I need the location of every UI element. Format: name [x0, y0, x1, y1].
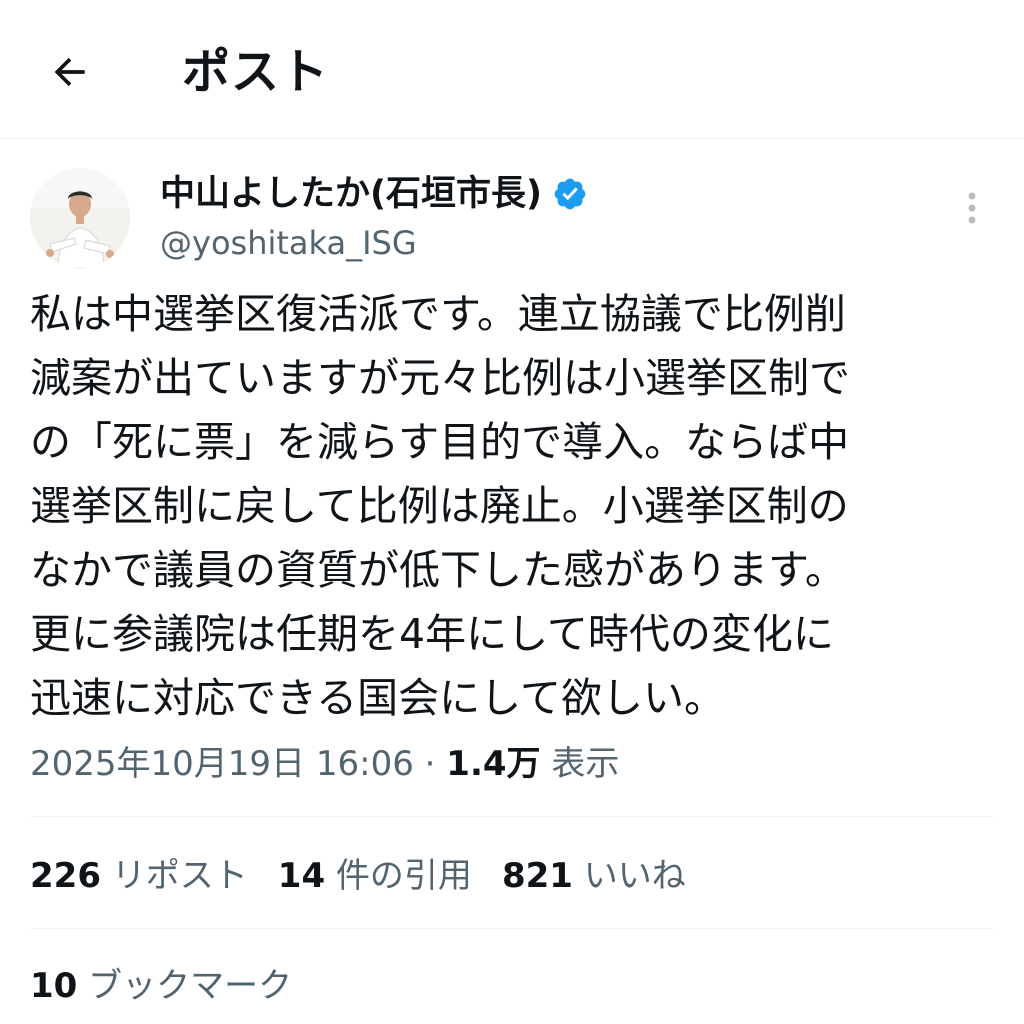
author-display-name[interactable]: 中山よしたか(石垣市長) [160, 166, 542, 222]
views-count: 1.4万 [446, 744, 541, 784]
reposts-count: 226 [30, 856, 101, 896]
divider [30, 928, 994, 929]
more-options-button[interactable] [950, 186, 994, 230]
quotes-stat[interactable]: 14 件の引用 [278, 848, 472, 904]
avatar[interactable] [30, 168, 130, 268]
post-text-line: の「死に票」を減らす目的で導入。ならば中 [30, 418, 850, 466]
quotes-label: 件の引用 [325, 856, 472, 896]
post-text: 私は中選挙区復活派です。連立協議で比例削 減案が出ていますが元々比例は小選挙区制… [30, 282, 990, 730]
more-vertical-icon [968, 192, 976, 224]
engagement-stats: 226 リポスト 14 件の引用 821 いいね [30, 848, 686, 904]
bookmarks-count: 10 [30, 966, 78, 1006]
verified-badge-icon [554, 178, 586, 210]
back-button[interactable] [44, 46, 96, 98]
bookmarks-label: ブックマーク [77, 966, 293, 1006]
post-text-line: 減案が出ていますが元々比例は小選挙区制で [30, 354, 850, 402]
author-handle[interactable]: @yoshitaka_ISG [160, 220, 417, 266]
post-text-line: 更に参議院は任期を4年にして時代の変化に [30, 610, 834, 658]
likes-stat[interactable]: 821 いいね [502, 848, 686, 904]
post-timestamp[interactable]: 2025年10月19日 16:06 [30, 744, 414, 784]
post-text-line: 迅速に対応できる国会にして欲しい。 [30, 674, 725, 722]
views-label: 表示 [540, 744, 620, 784]
author-name-row: 中山よしたか(石垣市長) [160, 166, 588, 222]
post-meta: 2025年10月19日 16:06 · 1.4万 表示 [30, 736, 619, 792]
likes-count: 821 [501, 856, 573, 896]
quotes-count: 14 [277, 856, 326, 896]
likes-label: いいね [572, 856, 686, 896]
page-title: ポスト [182, 44, 330, 100]
post-text-line: 私は中選挙区復活派です。連立協議で比例削 [30, 290, 846, 338]
post-text-line: 選挙区制に戻して比例は廃止。小選挙区制の [30, 482, 849, 530]
arrow-left-icon [54, 57, 85, 87]
bookmarks-stat[interactable]: 10 ブックマーク [30, 958, 292, 1014]
divider [30, 816, 994, 817]
meta-separator: · [413, 744, 447, 784]
avatar-photo [30, 168, 130, 268]
reposts-label: リポスト [100, 856, 248, 896]
reposts-stat[interactable]: 226 リポスト [30, 848, 248, 904]
post-text-line: なかで議員の資質が低下した感があります。 [30, 546, 846, 594]
top-bar: ポスト [0, 0, 1024, 139]
